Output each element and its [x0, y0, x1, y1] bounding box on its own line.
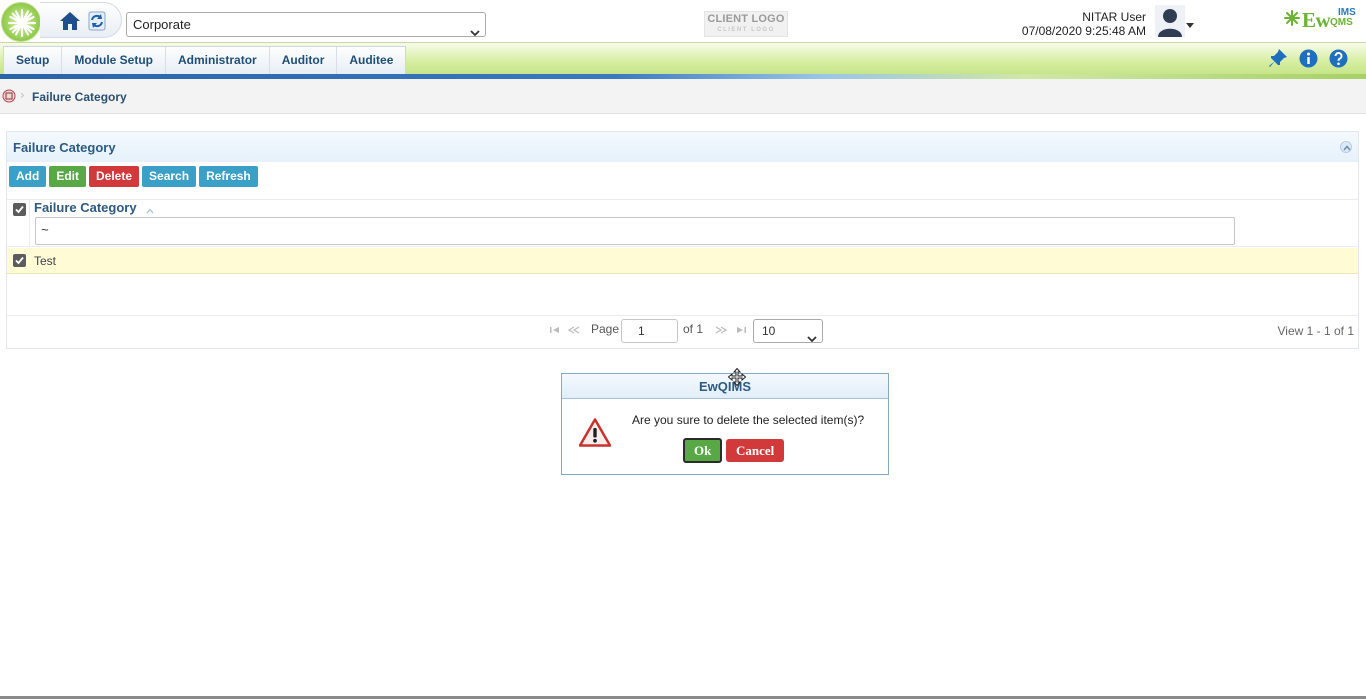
page-number-value: 1	[638, 324, 645, 338]
brand-star-icon	[1284, 10, 1300, 29]
page-size-select[interactable]: 10	[753, 319, 823, 343]
page-size-value: 10	[762, 324, 776, 338]
quick-icons	[40, 2, 122, 38]
breadcrumb-separator-icon: ›	[20, 88, 25, 102]
records-summary: View 1 - 1 of 1	[1277, 324, 1355, 338]
breadcrumb-current: Failure Category	[32, 90, 127, 104]
panel-header: Failure Category	[7, 132, 1358, 162]
column-header-failure-category[interactable]: Failure Category	[34, 200, 137, 215]
brand-logo: Ew IMS QMS	[1284, 7, 1364, 35]
column-filter-value: ~	[41, 223, 49, 238]
home-icon[interactable]	[59, 11, 81, 34]
sort-asc-icon[interactable]	[146, 203, 154, 217]
organization-select[interactable]: Corporate	[126, 12, 486, 37]
client-logo: CLIENT LOGO CLIENT LOGO	[704, 11, 788, 37]
main-menu-bar: Setup Module Setup Administrator Auditor…	[0, 42, 1366, 74]
delete-button[interactable]: Delete	[89, 166, 140, 187]
row-checkbox[interactable]	[13, 254, 26, 267]
ok-button[interactable]: Ok	[683, 438, 723, 463]
user-avatar-icon[interactable]	[1155, 5, 1185, 37]
chevron-down-icon	[807, 328, 817, 350]
panel-title: Failure Category	[13, 140, 116, 155]
failure-category-panel: Failure Category Add Edit Delete Search …	[6, 131, 1359, 349]
dialog-title-bar[interactable]: EwQIMS	[562, 374, 888, 399]
grid-pager: Page 1 of 1 10 View 1 - 1 of 1	[7, 315, 1358, 349]
help-icon[interactable]	[1329, 49, 1348, 68]
user-name: NITAR User	[1082, 10, 1146, 24]
refresh-icon[interactable]	[88, 11, 106, 34]
breadcrumb: › Failure Category	[0, 79, 1366, 114]
menu-icons	[1269, 49, 1348, 68]
add-button[interactable]: Add	[9, 166, 47, 187]
dialog-message: Are you sure to delete the selected item…	[632, 413, 865, 427]
select-all-checkbox[interactable]	[13, 203, 26, 216]
login-datetime: 07/08/2020 9:25:48 AM	[1021, 24, 1146, 38]
organization-select-value: Corporate	[133, 17, 191, 32]
chevron-down-icon	[470, 21, 480, 44]
app-logo-icon[interactable]	[1, 2, 41, 42]
grid-header: Failure Category ~	[7, 199, 1358, 247]
prev-page-icon[interactable]	[567, 326, 580, 337]
next-page-icon[interactable]	[715, 326, 728, 337]
refresh-button[interactable]: Refresh	[199, 166, 258, 187]
page-label: Page	[591, 322, 620, 336]
menu-item-module-setup[interactable]: Module Setup	[62, 47, 167, 74]
table-row[interactable]: Test	[7, 248, 1358, 274]
column-divider	[29, 200, 30, 247]
first-page-icon[interactable]	[550, 326, 560, 337]
user-menu-caret-icon[interactable]	[1186, 17, 1194, 31]
menu-item-administrator[interactable]: Administrator	[166, 47, 270, 74]
row-failure-category: Test	[34, 254, 57, 268]
cancel-button[interactable]: Cancel	[726, 439, 785, 462]
info-icon[interactable]	[1299, 49, 1318, 68]
edit-button[interactable]: Edit	[49, 166, 86, 187]
search-button[interactable]: Search	[142, 166, 197, 187]
confirm-delete-dialog: EwQIMS Are you sure to delete the select…	[561, 367, 889, 475]
main-menu: Setup Module Setup Administrator Auditor…	[3, 46, 407, 74]
last-page-icon[interactable]	[736, 326, 746, 337]
top-bar: Corporate CLIENT LOGO CLIENT LOGO NITAR …	[0, 0, 1366, 44]
page-number-input[interactable]: 1	[621, 319, 678, 343]
pin-icon[interactable]	[1269, 49, 1288, 68]
module-icon[interactable]	[2, 89, 16, 106]
menu-item-setup[interactable]: Setup	[4, 47, 63, 74]
menu-item-auditor[interactable]: Auditor	[270, 47, 338, 74]
column-filter-input[interactable]: ~	[35, 217, 1235, 245]
move-cursor-icon	[727, 367, 747, 389]
warning-icon	[578, 418, 612, 450]
grid-toolbar: Add Edit Delete Search Refresh	[9, 166, 258, 187]
page-total: of 1	[683, 322, 704, 336]
menu-item-auditee[interactable]: Auditee	[337, 47, 405, 74]
collapse-icon[interactable]	[1340, 141, 1352, 153]
